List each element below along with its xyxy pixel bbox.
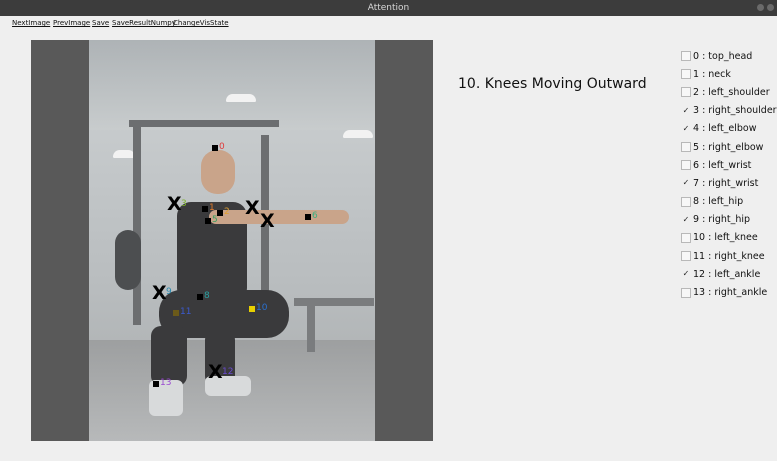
keypoint-marker[interactable] [202,206,208,212]
joint-checkbox[interactable] [681,251,691,262]
joint-checkbox[interactable] [681,232,691,243]
joint-label: 8 : left_hip [693,196,744,208]
joint-row[interactable]: ✓ 9 : right_hip [681,211,777,229]
joint-row[interactable]: 0 : top_head [681,47,777,65]
keypoint-marker[interactable] [249,306,255,312]
ceiling [89,40,375,130]
joint-label: 9 : right_hip [693,214,751,226]
joint-row[interactable]: ✓ 3 : right_shoulder [681,102,777,120]
window-title: Attention [367,3,410,13]
keypoint-marker[interactable] [305,214,311,220]
person-arms [209,210,349,224]
x-mark: X [260,210,275,232]
gym-photo [89,40,375,441]
keypoint-label: 11 [180,307,192,317]
joint-row[interactable]: 10 : left_knee [681,229,777,247]
joint-label: 2 : left_shoulder [693,86,770,98]
menu-save[interactable]: Save [92,17,109,29]
keypoint-label: 2 [224,207,230,217]
menu-change-vis-state[interactable]: ChangeVisState [173,17,229,29]
weight-plate [115,230,141,290]
joint-label: 5 : right_elbow [693,141,764,153]
joint-label: 3 : right_shoulder [693,105,777,117]
x-mark: X [152,282,167,304]
minimize-icon[interactable] [757,4,764,11]
joint-label: 6 : left_wrist [693,159,752,171]
joint-checkbox[interactable] [681,69,691,80]
joint-label: 1 : neck [693,68,731,80]
joint-row[interactable]: 5 : right_elbow [681,138,777,156]
joint-checkbox[interactable] [681,142,691,153]
joint-checkbox[interactable]: ✓ [681,105,691,116]
keypoint-label: 0 [219,142,225,152]
joint-row[interactable]: ✓ 7 : right_wrist [681,174,777,192]
keypoint-label: 10 [256,303,268,313]
keypoint-label: 1 [209,203,215,213]
joint-label: 7 : right_wrist [693,177,759,189]
keypoint-label: 8 [204,291,210,301]
joint-row[interactable]: 2 : left_shoulder [681,83,777,101]
joint-label: 10 : left_knee [693,232,758,244]
window-titlebar: Attention [0,0,777,16]
keypoint-marker[interactable] [197,294,203,300]
exercise-heading: 10. Knees Moving Outward [458,76,647,92]
joint-checkbox[interactable] [681,51,691,62]
menu-next-image[interactable]: NextImage [12,17,50,29]
bench [307,302,315,352]
person-head [201,150,235,194]
bench [294,298,374,306]
menu-prev-image[interactable]: PrevImage [53,17,90,29]
keypoint-marker[interactable] [212,145,218,151]
keypoint-label: 13 [160,378,172,388]
joint-checkbox[interactable]: ✓ [681,178,691,189]
ceiling-lamp [113,150,135,158]
joint-label: 12 : left_ankle [693,268,761,280]
x-mark: X [245,197,260,219]
x-mark: X [167,193,182,215]
keypoint-label: 6 [312,211,318,221]
joint-label: 4 : left_elbow [693,123,757,135]
squat-rack [129,120,279,127]
keypoint-marker[interactable] [205,218,211,224]
image-canvas[interactable]: 0 1 2 3 5 6 8 9 10 11 12 13 X X X X X [31,40,433,441]
joint-row[interactable]: 13 : right_ankle [681,283,777,301]
menu-save-result-numpy[interactable]: SaveResultNumpy [112,17,176,29]
x-mark: X [208,361,223,383]
joint-checkbox[interactable]: ✓ [681,123,691,134]
joint-row[interactable]: 1 : neck [681,65,777,83]
menu-bar: NextImage PrevImage Save SaveResultNumpy… [0,16,777,30]
joint-row[interactable]: 8 : left_hip [681,193,777,211]
joint-row[interactable]: ✓ 12 : left_ankle [681,265,777,283]
person-shin-left [151,326,187,386]
joint-checkbox[interactable] [681,87,691,98]
joint-checkbox[interactable] [681,160,691,171]
joint-row[interactable]: 6 : left_wrist [681,156,777,174]
joint-label: 0 : top_head [693,50,753,62]
joint-checkbox[interactable] [681,196,691,207]
keypoint-label: 12 [222,367,234,377]
joint-checkbox[interactable] [681,287,691,298]
squat-rack [133,125,141,325]
joint-checklist: 0 : top_head 1 : neck 2 : left_shoulder ✓ 3 … [681,47,777,302]
joint-label: 13 : right_ankle [693,287,768,299]
joint-checkbox[interactable]: ✓ [681,269,691,280]
ceiling-lamp [343,130,373,138]
joint-row[interactable]: ✓ 4 : left_elbow [681,120,777,138]
ceiling-lamp [226,94,256,102]
keypoint-marker[interactable] [217,210,223,216]
joint-checkbox[interactable]: ✓ [681,214,691,225]
joint-row[interactable]: 11 : right_knee [681,247,777,265]
keypoint-label: 5 [212,215,218,225]
joint-label: 11 : right_knee [693,250,765,262]
keypoint-marker[interactable] [153,381,159,387]
close-icon[interactable] [767,4,774,11]
keypoint-marker[interactable] [173,310,179,316]
